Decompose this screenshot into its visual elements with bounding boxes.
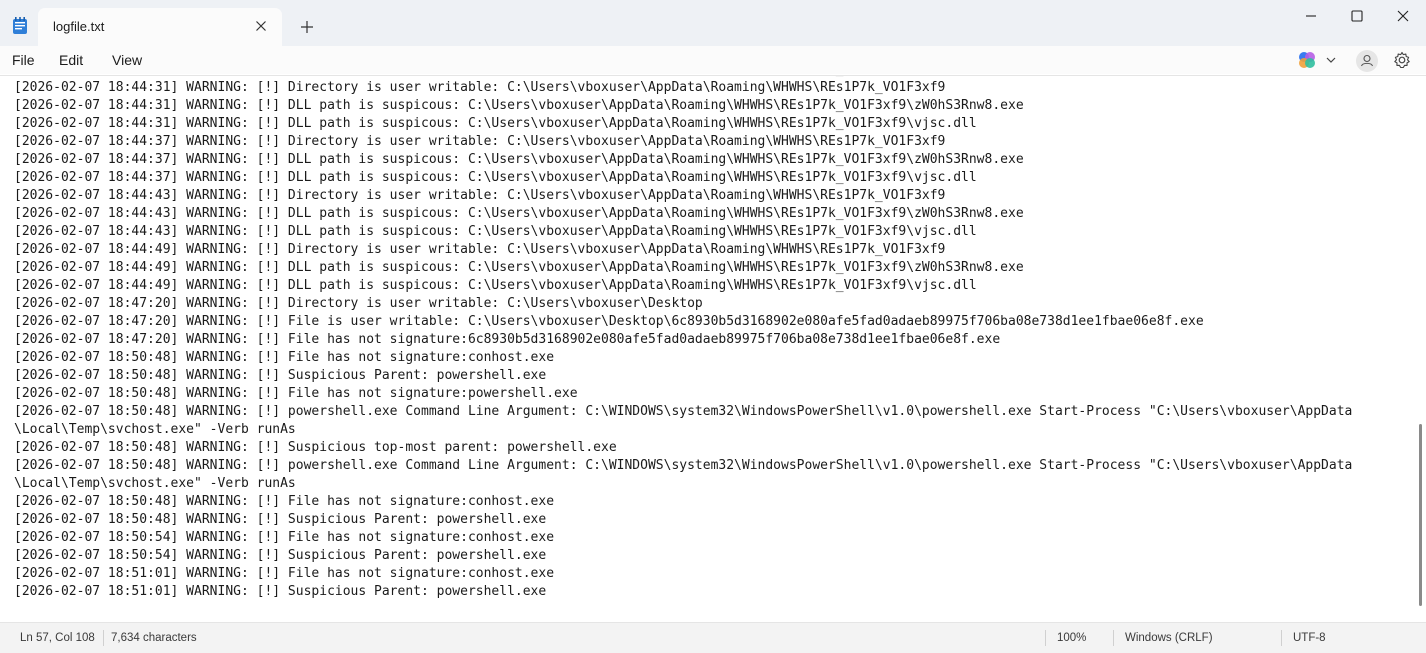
text-line: [2026-02-07 18:50:48] WARNING: [!] File …: [14, 494, 555, 509]
text-line: [2026-02-07 18:44:31] WARNING: [!] Direc…: [14, 80, 946, 95]
line-ending[interactable]: Windows (CRLF): [1125, 632, 1213, 644]
text-line: [2026-02-07 18:47:20] WARNING: [!] File …: [14, 332, 1001, 347]
close-icon: [1397, 10, 1409, 22]
status-divider: [1113, 630, 1114, 646]
text-line: [2026-02-07 18:50:48] WARNING: [!] Suspi…: [14, 440, 617, 455]
cursor-position[interactable]: Ln 57, Col 108: [20, 632, 95, 644]
text-line: [2026-02-07 18:50:48] WARNING: [!] Suspi…: [14, 512, 547, 527]
status-divider: [1045, 630, 1046, 646]
text-editor[interactable]: [2026-02-07 18:44:25] WARNING: [!] DLL p…: [0, 75, 1426, 622]
zoom-level[interactable]: 100%: [1057, 632, 1086, 644]
minimize-button[interactable]: [1288, 0, 1334, 32]
status-bar: Ln 57, Col 108 7,634 characters 100% Win…: [0, 622, 1426, 653]
text-line: [2026-02-07 18:44:49] WARNING: [!] Direc…: [14, 242, 946, 257]
gear-icon: [1394, 51, 1410, 69]
notepad-icon: [12, 17, 28, 35]
settings-button[interactable]: [1392, 50, 1412, 70]
close-window-button[interactable]: [1380, 0, 1426, 32]
menu-bar: File Edit View: [0, 46, 1426, 74]
text-line: [2026-02-07 18:50:48] WARNING: [!] Suspi…: [14, 368, 547, 383]
tab-title: logfile.txt: [53, 19, 105, 34]
text-line: [2026-02-07 18:51:01] WARNING: [!] Suspi…: [14, 584, 547, 599]
title-bar[interactable]: logfile.txt: [0, 0, 1426, 46]
text-line: [2026-02-07 18:44:43] WARNING: [!] Direc…: [14, 188, 946, 203]
text-line: [2026-02-07 18:50:54] WARNING: [!] Suspi…: [14, 548, 547, 563]
copilot-icon: [1299, 52, 1336, 68]
text-line: [2026-02-07 18:47:20] WARNING: [!] Direc…: [14, 296, 703, 311]
menu-view[interactable]: View: [110, 50, 144, 70]
editor-text[interactable]: [2026-02-07 18:44:25] WARNING: [!] DLL p…: [14, 76, 1414, 601]
close-tab-button[interactable]: [252, 17, 270, 35]
text-line: \Local\Temp\svchost.exe" -Verb runAs: [14, 422, 296, 437]
tab-logfile[interactable]: logfile.txt: [38, 8, 282, 46]
text-line: [2026-02-07 18:44:43] WARNING: [!] DLL p…: [14, 206, 1024, 221]
status-divider: [103, 630, 104, 646]
copilot-button[interactable]: [1296, 49, 1340, 71]
text-line: [2026-02-07 18:50:48] WARNING: [!] File …: [14, 386, 578, 401]
text-line: [2026-02-07 18:44:37] WARNING: [!] DLL p…: [14, 152, 1024, 167]
maximize-button[interactable]: [1334, 0, 1380, 32]
text-line: [2026-02-07 18:44:31] WARNING: [!] DLL p…: [14, 98, 1024, 113]
menu-edit[interactable]: Edit: [57, 50, 85, 70]
maximize-icon: [1351, 10, 1363, 22]
text-line: [2026-02-07 18:44:37] WARNING: [!] Direc…: [14, 134, 946, 149]
text-line: [2026-02-07 18:44:37] WARNING: [!] DLL p…: [14, 170, 977, 185]
text-line: [2026-02-07 18:44:43] WARNING: [!] DLL p…: [14, 224, 977, 239]
text-line: [2026-02-07 18:50:48] WARNING: [!] File …: [14, 350, 555, 365]
text-line: \Local\Temp\svchost.exe" -Verb runAs: [14, 476, 296, 491]
notepad-window: logfile.txt File Edit View [2026-02-07 1…: [0, 0, 1426, 653]
text-line: [2026-02-07 18:44:49] WARNING: [!] DLL p…: [14, 278, 977, 293]
text-line: [2026-02-07 18:50:48] WARNING: [!] power…: [14, 404, 1353, 419]
text-line: [2026-02-07 18:44:49] WARNING: [!] DLL p…: [14, 260, 1024, 275]
text-line: [2026-02-07 18:51:01] WARNING: [!] File …: [14, 566, 555, 581]
account-icon: [1360, 54, 1374, 67]
text-line: [2026-02-07 18:44:31] WARNING: [!] DLL p…: [14, 116, 977, 131]
encoding[interactable]: UTF-8: [1293, 632, 1326, 644]
new-tab-button[interactable]: [296, 16, 318, 38]
text-line: [2026-02-07 18:50:54] WARNING: [!] File …: [14, 530, 555, 545]
minimize-icon: [1306, 15, 1316, 17]
close-icon: [256, 21, 266, 31]
text-line: [2026-02-07 18:50:48] WARNING: [!] power…: [14, 458, 1353, 473]
menu-file[interactable]: File: [10, 50, 37, 70]
plus-icon: [301, 21, 313, 33]
text-line: [2026-02-07 18:47:20] WARNING: [!] File …: [14, 314, 1204, 329]
character-count: 7,634 characters: [111, 632, 197, 644]
status-divider: [1281, 630, 1282, 646]
account-button[interactable]: [1356, 50, 1378, 72]
scrollbar-thumb[interactable]: [1419, 424, 1422, 606]
